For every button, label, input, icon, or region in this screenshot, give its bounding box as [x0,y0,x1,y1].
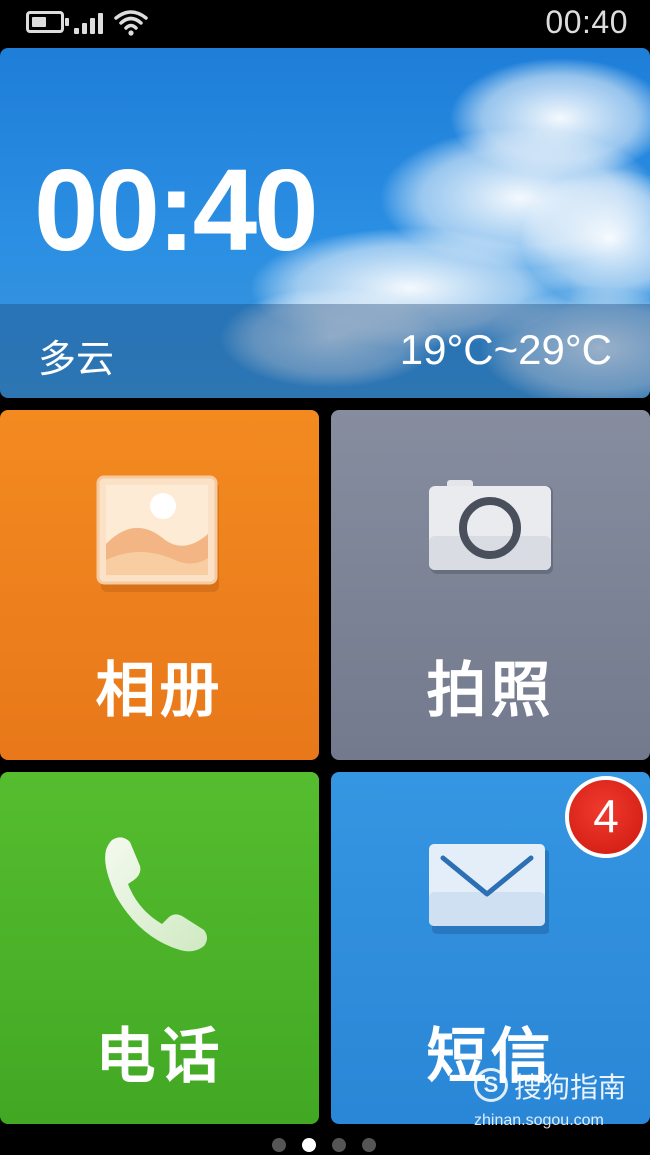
phone-icon [105,837,207,952]
tile-phone-label: 电话 [95,1022,224,1092]
unread-badge: 4 [565,776,647,858]
wifi-icon [114,10,148,36]
weather-strip: 多云 19°C~29°C [0,304,650,398]
tile-camera[interactable]: 拍照 [331,410,650,760]
status-bar: 00:40 [0,0,650,44]
gallery-icon [96,475,219,592]
clock-time: 00:40 [34,145,319,275]
page-dot-active[interactable] [302,1138,316,1152]
temperature-range: 19°C~29°C [399,326,612,373]
signal-icon [74,12,106,34]
tile-gallery[interactable]: 相册 [0,410,319,760]
status-time: 00:40 [545,4,628,40]
tile-camera-label: 拍照 [426,656,555,726]
watermark-title: 搜狗指南 [514,1071,627,1104]
sogou-watermark: 搜狗指南 zhinan.sogou.com [470,1066,650,1136]
page-dot[interactable] [332,1138,346,1152]
page-indicator[interactable] [272,1138,382,1154]
sogou-logo-icon [474,1068,508,1102]
watermark-url: zhinan.sogou.com [474,1112,604,1129]
tile-gallery-label: 相册 [95,656,224,726]
page-dot[interactable] [272,1138,286,1152]
tile-phone[interactable]: 电话 [0,772,319,1124]
mail-icon [429,844,549,934]
weather-clock-widget[interactable]: 00:40 多云 19°C~29°C [0,48,650,398]
battery-icon [26,11,69,33]
weather-condition: 多云 [38,337,115,381]
page-dot[interactable] [362,1138,376,1152]
camera-icon [429,480,553,574]
